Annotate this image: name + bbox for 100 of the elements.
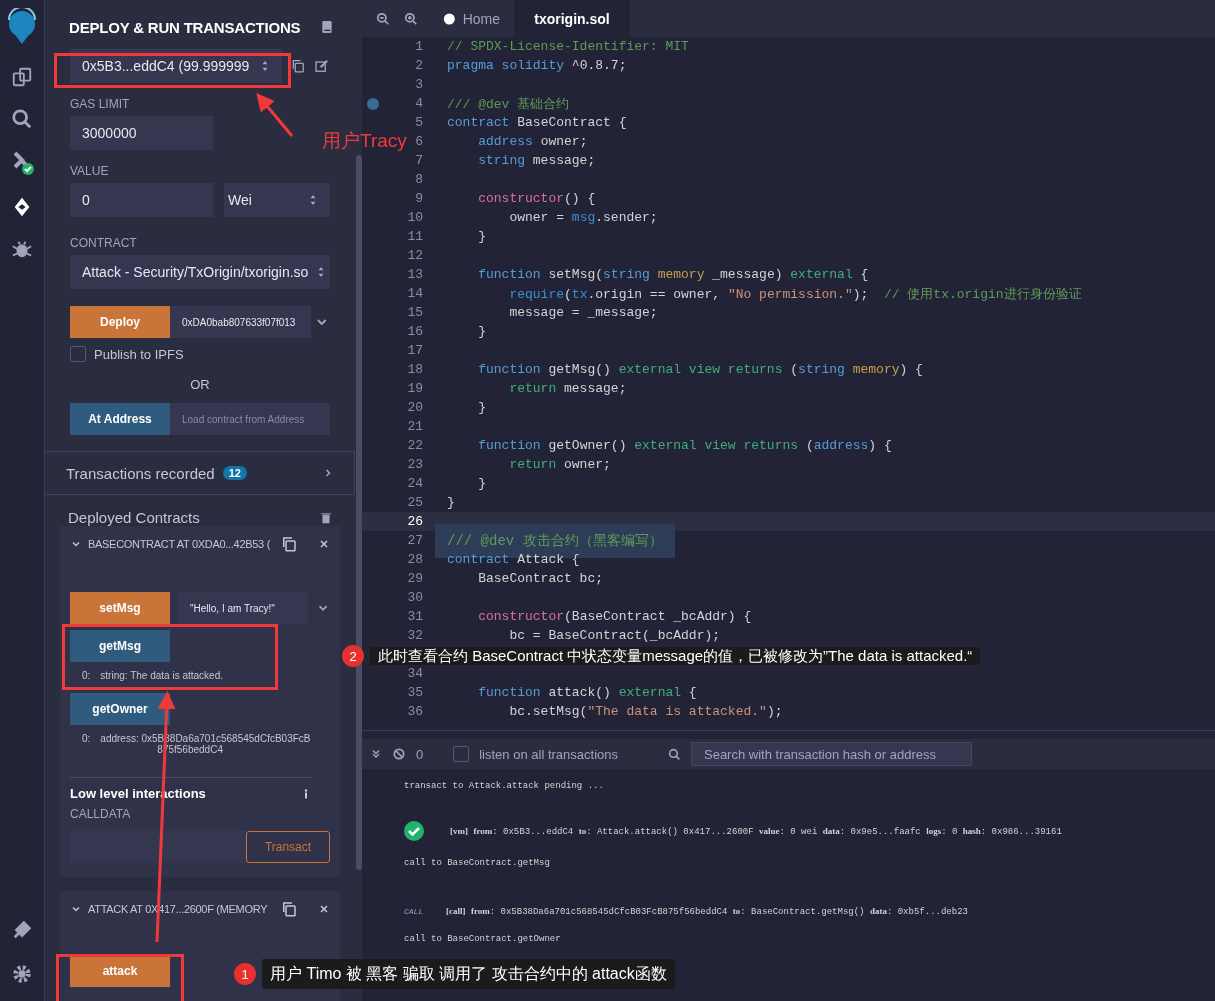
contract-select[interactable]: Attack - Security/TxOrigin/txorigin.so	[70, 255, 330, 289]
code-line: }	[477, 229, 486, 244]
code-line: constructor(BaseContract _bcAddr) {	[477, 609, 752, 624]
copy-icon[interactable]	[280, 900, 298, 918]
code-line: string message;	[477, 153, 596, 168]
success-check-icon	[404, 821, 424, 841]
editor-tab[interactable]: txorigin.sol	[514, 0, 630, 37]
section-title: Deployed Contracts	[68, 509, 200, 526]
function-button[interactable]: getMsg	[70, 630, 170, 662]
line-number: 21	[407, 419, 423, 434]
search-icon[interactable]	[668, 747, 681, 761]
code-line: function attack() external {	[477, 685, 697, 700]
call-label: CALL	[404, 907, 425, 916]
argument-field[interactable]: "Hello, I am Tracy!"	[178, 592, 308, 624]
trash-icon[interactable]	[319, 510, 333, 525]
checkbox[interactable]	[70, 346, 86, 362]
line-number: 10	[407, 210, 423, 225]
code-line: owner = msg.sender;	[508, 210, 658, 225]
line-number: 15	[407, 305, 423, 320]
code-line: address owner;	[477, 134, 588, 149]
plug-icon[interactable]	[11, 919, 33, 941]
log-line: call to BaseContract.getOwner	[404, 934, 561, 944]
at-address-button[interactable]: At Address	[70, 403, 170, 435]
copy-icon[interactable]	[290, 58, 307, 74]
copy-icon[interactable]	[280, 535, 298, 553]
checkbox-label: Publish to IPFS	[94, 346, 184, 362]
code-line: pragma solidity ^0.8.7;	[446, 58, 627, 73]
unit-select[interactable]: Wei	[224, 183, 330, 217]
code-line: bc.setMsg("The data is attacked.");	[508, 704, 783, 719]
line-number: 23	[407, 457, 423, 472]
code-line: require(tx.origin == owner, "No permission."); // 使用tx.origin进行身份验证	[508, 285, 1082, 303]
line-number: 7	[415, 153, 423, 168]
close-icon[interactable]	[318, 538, 330, 550]
transactions-recorded-bar[interactable]: Transactions recorded 12	[45, 451, 355, 495]
callout-text: 用户 Timo 被 黑客 骗取 调用了 攻击合约中的 attack函数	[262, 959, 675, 989]
code-line: }	[477, 400, 486, 415]
instance-title[interactable]: BASECONTRACT AT 0XDA0...42B53 (	[88, 538, 274, 550]
zoom-in-icon[interactable]	[404, 11, 418, 26]
checkbox[interactable]	[453, 746, 470, 762]
files-icon[interactable]	[11, 66, 33, 88]
line-number: 25	[407, 495, 423, 510]
clear-icon[interactable]	[392, 747, 406, 761]
field-label: CALLDATA	[70, 807, 132, 821]
code-line: /// @dev 基础合约	[446, 95, 570, 113]
value-field[interactable]: 0	[70, 183, 213, 217]
line-number: 34	[407, 666, 423, 681]
field-label: CONTRACT	[70, 236, 138, 250]
code-line: BaseContract bc;	[477, 571, 604, 586]
pending-count: 0	[416, 746, 424, 762]
log-line: [vm] from: 0x5B3...eddC4 to: Attack.attack() 0x417...2600F value: 0 wei data: 0x9e5...faafc logs: 0 hash: 0x986...39161	[450, 825, 1062, 837]
line-number: 32	[407, 628, 423, 643]
separator-label: OR	[190, 377, 210, 392]
line-number: 20	[407, 400, 423, 415]
code-line: message = _message;	[508, 305, 658, 320]
code-line: function getOwner() external view returns (address) {	[477, 438, 892, 453]
code-line: }	[477, 324, 486, 339]
field-label: GAS LIMIT	[70, 97, 131, 111]
code-line: return message;	[508, 381, 627, 396]
scrollbar[interactable]	[355, 155, 362, 870]
transact-button[interactable]: Transact	[246, 831, 330, 863]
edit-icon[interactable]	[314, 58, 330, 74]
close-icon[interactable]	[318, 903, 330, 915]
search-icon[interactable]	[11, 108, 33, 130]
zoom-out-icon[interactable]	[376, 11, 390, 26]
output-index: 0:	[82, 733, 91, 746]
line-number: 6	[415, 134, 423, 149]
constructor-argument-field[interactable]: 0xDA0bab807633f07f013	[170, 306, 311, 338]
calldata-field[interactable]	[70, 831, 246, 863]
callout-text: 此时查看合约 BaseContract 中状态变量message的值，已被修改为”The data is attacked.“	[370, 647, 981, 665]
section-title: Transactions recorded	[66, 464, 215, 482]
code-line: constructor() {	[477, 191, 596, 206]
line-number: 36	[407, 704, 423, 719]
checkbox-label: listen on all transactions	[479, 746, 618, 762]
settings-icon[interactable]	[11, 963, 33, 985]
line-number: 4	[415, 96, 423, 111]
line-number: 31	[407, 609, 423, 624]
log-line: [call] from: 0x5B38Da6a701c568545dCfcB03FcB875f56beddC4 to: BaseContract.getMsg() data: 0xb5f...deb23	[446, 906, 968, 917]
breakpoint-dot[interactable]	[367, 97, 379, 110]
book-icon[interactable]	[319, 18, 335, 36]
code-line: }	[477, 476, 486, 491]
line-number: 24	[407, 476, 423, 491]
field-label: VALUE	[70, 164, 110, 178]
collapse-icon[interactable]	[370, 748, 382, 760]
line-number: 18	[407, 362, 423, 377]
updown-icon	[316, 265, 326, 279]
output-value: string: The data is attacked.	[100, 670, 224, 681]
line-number: 29	[407, 571, 423, 586]
search-field[interactable]: Search with transaction hash or address	[691, 742, 972, 766]
line-number: 35	[407, 685, 423, 700]
code-line: function getMsg() external view returns (string memory) {	[477, 362, 923, 377]
line-number: 12	[407, 248, 423, 263]
line-number: 2	[415, 58, 423, 73]
address-field[interactable]: Load contract from Address	[170, 403, 330, 435]
code-line: }	[446, 495, 455, 510]
line-number: 9	[415, 191, 423, 206]
gas-limit-field[interactable]: 3000000	[70, 116, 213, 150]
function-button[interactable]: getOwner	[70, 693, 170, 725]
line-number: 26	[407, 514, 423, 529]
line-number: 1	[415, 39, 423, 54]
line-number: 5	[415, 115, 423, 130]
